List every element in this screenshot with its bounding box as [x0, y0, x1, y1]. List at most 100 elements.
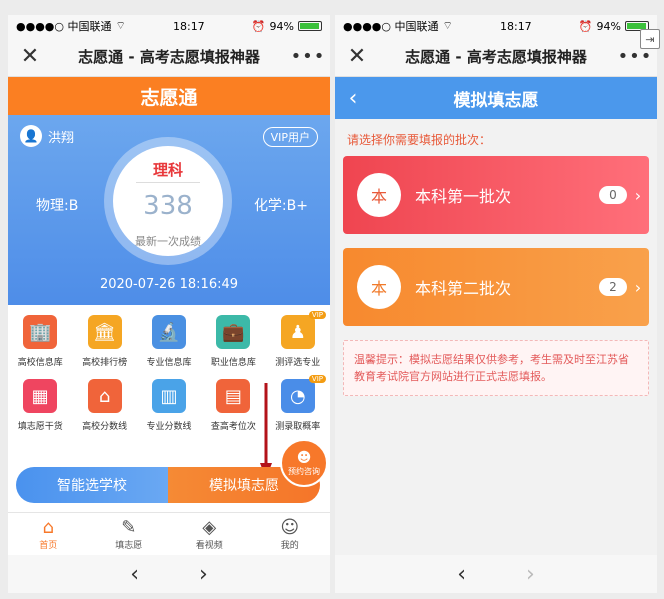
video-icon: ◈	[202, 516, 217, 538]
carrier-label: ●●●●○ 中国联通	[343, 20, 439, 33]
feature-item[interactable]: ⌂ 高校分数线	[72, 379, 136, 443]
batch-prompt: 请选择你需要填报的批次：	[347, 133, 492, 147]
back-arrow-icon[interactable]: ‹	[130, 562, 139, 587]
feature-label: 高校信息库	[17, 358, 63, 368]
smart-school-button[interactable]: 智能选学校	[16, 467, 168, 503]
feature-item[interactable]: ▥ 专业分数线	[137, 379, 201, 443]
forward-arrow-icon[interactable]: ›	[199, 562, 208, 587]
probability-icon: ◔	[280, 379, 315, 413]
left-phone-screen: ●●●●○ 中国联通 ⌔ 18:17 ⏰ 94% ✕ 志愿通 - 高考志愿填报神…	[8, 15, 330, 593]
batch-name: 本科第二批次	[415, 279, 512, 298]
batch-count: 2	[599, 278, 627, 296]
ranking-icon: 🏛	[87, 315, 122, 349]
consult-button[interactable]: ☻ 预约咨询	[280, 439, 328, 487]
tab-profile[interactable]: ☺ 我的	[250, 513, 331, 555]
more-button[interactable]: •••	[286, 46, 330, 67]
feature-label: 测评选专业	[275, 358, 321, 368]
exit-icon[interactable]: ⇥	[640, 29, 660, 49]
tab-form[interactable]: ✎ 填志愿	[89, 513, 170, 555]
consultant-icon: ☻	[296, 449, 312, 466]
page-title: 志愿通 - 高考志愿填报神器	[78, 48, 260, 66]
score-datetime: 2020-07-26 18:16:49	[99, 277, 239, 292]
tab-label: 我的	[280, 540, 299, 551]
tips-icon: ▦	[23, 379, 58, 413]
simulate-title: 模拟填志愿	[453, 90, 539, 111]
feature-label: 职业信息库	[210, 358, 256, 368]
status-bar: ●●●●○ 中国联通 ⌔ 18:17 ⏰ 94%	[335, 15, 657, 37]
close-button[interactable]: ✕	[335, 44, 379, 69]
batch-name: 本科第一批次	[415, 187, 512, 206]
brand-header: 志愿通	[8, 77, 330, 115]
feature-item[interactable]: ▤ 查高考位次	[201, 379, 265, 443]
mini-program-titlebar: ✕ 志愿通 - 高考志愿填报神器 •••	[8, 37, 330, 77]
status-bar: ●●●●○ 中国联通 ⌔ 18:17 ⏰ 94%	[8, 15, 330, 37]
batch-badge: 本	[357, 265, 401, 309]
batch-badge: 本	[357, 173, 401, 217]
forward-arrow-icon: ›	[526, 561, 535, 587]
feature-label: 高校分数线	[82, 422, 128, 432]
action-buttons: 智能选学校 模拟填志愿	[16, 467, 320, 503]
feature-item[interactable]: ◔ 测录取概率 VIP	[266, 375, 330, 443]
feature-label: 测录取概率	[275, 422, 321, 432]
consult-label: 预约咨询	[288, 466, 320, 476]
physics-grade: 物理:B	[36, 198, 79, 214]
browser-nav-bar: ‹ ›	[8, 555, 330, 593]
carrier-label: ●●●●○ 中国联通	[16, 20, 112, 33]
tab-label: 填志愿	[115, 540, 143, 551]
feature-label: 专业信息库	[146, 358, 192, 368]
chevron-right-icon: ›	[634, 277, 642, 297]
warm-tip: 温馨提示：模拟志愿结果仅供参考，考生需及时至江苏省教育考试院官方网站进行正式志愿…	[343, 340, 649, 396]
feature-item[interactable]: ▦ 填志愿干货	[8, 379, 72, 443]
user-info[interactable]: 👤 洪翔	[20, 125, 74, 147]
feature-item[interactable]: 🏛 高校排行榜	[72, 315, 136, 379]
status-time: 18:17	[172, 19, 205, 33]
microscope-icon: 🔬	[151, 315, 186, 349]
back-arrow-icon[interactable]: ‹	[457, 562, 466, 587]
school-score-icon: ⌂	[87, 379, 122, 413]
page-title: 志愿通 - 高考志愿填报神器	[405, 48, 587, 66]
batch-option[interactable]: 本本科第一批次 0 ›	[343, 156, 649, 234]
wifi-icon: ⌔	[115, 19, 126, 32]
wifi-icon: ⌔	[442, 19, 453, 32]
avatar: 👤	[20, 125, 42, 147]
feature-label: 查高考位次	[210, 422, 256, 432]
more-button[interactable]: •••	[613, 46, 657, 67]
back-button[interactable]: ‹	[335, 86, 371, 111]
tab-label: 看视频	[195, 540, 223, 551]
red-arrow-annotation	[260, 383, 272, 479]
score-card: 👤 洪翔 VIP用户 理科 338 最新一次成绩 物理:B 化学:B+ 2020…	[8, 115, 330, 305]
alarm-icon: ⏰	[251, 19, 266, 33]
batch-content: 请选择你需要填报的批次： 本本科第一批次 0 › 本本科第二批次 2 › 温馨提示：模拟志…	[335, 119, 657, 555]
status-time: 18:17	[499, 19, 532, 33]
vip-tag: VIP	[308, 375, 326, 383]
battery-icon	[297, 21, 322, 31]
feature-item[interactable]: ♟ 测评选专业 VIP	[266, 311, 330, 379]
close-button[interactable]: ✕	[8, 44, 52, 69]
assessment-icon: ♟	[280, 315, 315, 349]
tab-label: 首页	[39, 540, 58, 551]
rank-query-icon: ▤	[216, 379, 251, 413]
alarm-icon: ⏰	[578, 19, 593, 33]
school-icon: 🏢	[23, 315, 58, 349]
feature-item[interactable]: 💼 职业信息库	[201, 315, 265, 379]
feature-item[interactable]: 🔬 专业信息库	[137, 315, 201, 379]
feature-item[interactable]: 🏢 高校信息库	[8, 315, 72, 379]
vip-badge[interactable]: VIP用户	[262, 127, 318, 147]
feature-grid: 🏢 高校信息库 🏛 高校排行榜 🔬 专业信息库 💼 职业信息库 ♟ 测评选专业 VIP ▦ 填志愿干货 ⌂…	[8, 305, 330, 443]
tab-home[interactable]: ⌂ 首页	[8, 513, 89, 555]
circle-divider	[136, 182, 200, 183]
right-phone-screen: ●●●●○ 中国联通 ⌔ 18:17 ⏰ 94% ✕ 志愿通 - 高考志愿填报神…	[335, 15, 657, 593]
profile-icon: ☺	[280, 516, 300, 538]
feature-label: 填志愿干货	[17, 422, 63, 432]
tab-video[interactable]: ◈ 看视频	[169, 513, 250, 555]
form-icon: ✎	[121, 516, 137, 538]
briefcase-icon: 💼	[216, 315, 251, 349]
batch-option[interactable]: 本本科第二批次 2 ›	[343, 248, 649, 326]
batch-count: 0	[599, 186, 627, 204]
score-value: 338	[143, 191, 193, 221]
chemistry-grade: 化学:B+	[253, 198, 308, 214]
score-caption: 最新一次成绩	[135, 235, 201, 248]
home-icon: ⌂	[42, 516, 54, 538]
battery-percent: 94%	[596, 19, 621, 33]
major-score-icon: ▥	[151, 379, 186, 413]
